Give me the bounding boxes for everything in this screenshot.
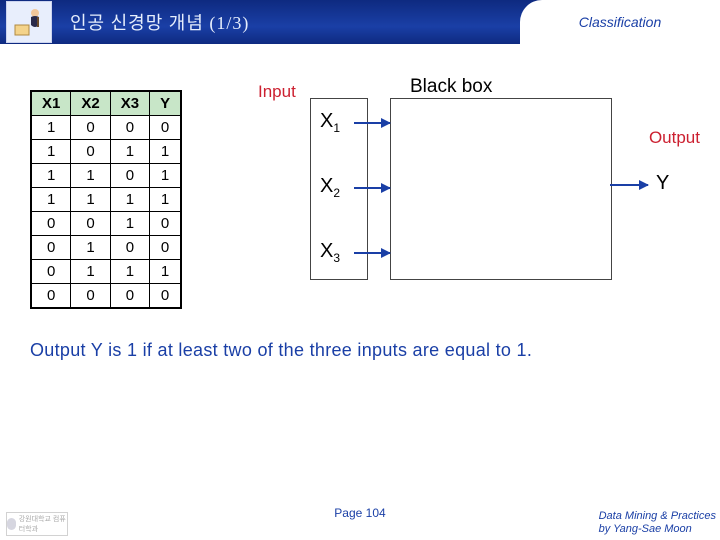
presenter-icon xyxy=(6,1,52,43)
credits: Data Mining & Practices by Yang-Sae Moon xyxy=(599,510,716,536)
table-row: 0100 xyxy=(31,236,181,260)
arrow-icon xyxy=(354,122,390,124)
table-row: 1111 xyxy=(31,188,181,212)
blackbox-label: Black box xyxy=(410,76,492,98)
rule-text: Output Y is 1 if at least two of the thr… xyxy=(30,340,532,361)
table-row: 1101 xyxy=(31,164,181,188)
table-row: 0111 xyxy=(31,260,181,284)
slide-footer: 강원대학교 컴퓨터학과 Page 104 Data Mining & Pract… xyxy=(0,510,720,540)
truth-table: X1 X2 X3 Y 1000 1011 1101 1111 0010 0100… xyxy=(30,90,182,309)
table-row: 1000 xyxy=(31,116,181,140)
arrow-icon xyxy=(610,184,648,186)
section-label: Classification xyxy=(520,0,720,44)
table-row: 0000 xyxy=(31,284,181,309)
table-row: 0010 xyxy=(31,212,181,236)
blackbox-diagram: Input Black box Output X1 X2 X3 Y xyxy=(230,80,690,300)
slide-header: 인공 신경망 개념 (1/3) Classification xyxy=(0,0,720,44)
col-header: X2 xyxy=(71,91,110,116)
slide-title: 인공 신경망 개념 (1/3) xyxy=(70,9,249,35)
input-x2: X2 xyxy=(320,175,340,200)
input-x1: X1 xyxy=(320,110,340,135)
slide-body: X1 X2 X3 Y 1000 1011 1101 1111 0010 0100… xyxy=(30,80,690,480)
output-y: Y xyxy=(656,172,669,195)
col-header: X3 xyxy=(110,91,149,116)
output-label: Output xyxy=(649,128,700,148)
credit-line: by Yang-Sae Moon xyxy=(599,523,716,536)
blackbox-box xyxy=(390,98,612,280)
input-x3: X3 xyxy=(320,240,340,265)
table-row: 1011 xyxy=(31,140,181,164)
col-header: Y xyxy=(150,91,182,116)
col-header: X1 xyxy=(31,91,71,116)
arrow-icon xyxy=(354,187,390,189)
arrow-icon xyxy=(354,252,390,254)
table-header-row: X1 X2 X3 Y xyxy=(31,91,181,116)
credit-line: Data Mining & Practices xyxy=(599,510,716,523)
input-label: Input xyxy=(258,82,296,102)
